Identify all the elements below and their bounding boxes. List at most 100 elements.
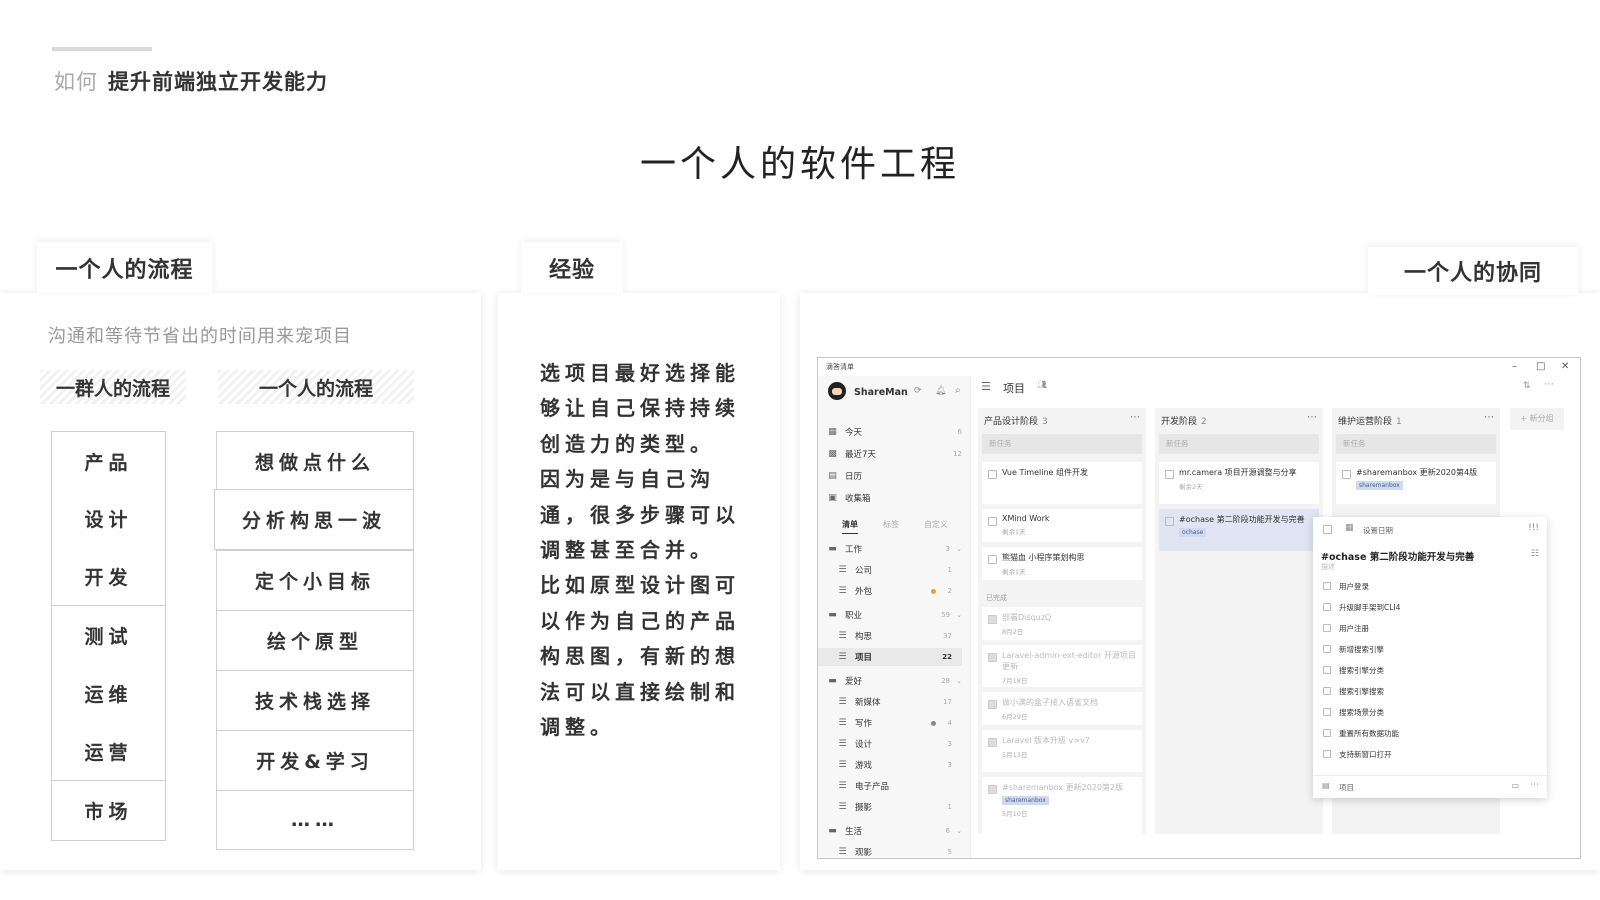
task-due: 剩余1天 bbox=[1002, 528, 1026, 536]
subtask-item[interactable]: 升级脚手架到CLI4 bbox=[1323, 602, 1400, 613]
sidebar-tab[interactable]: 清单 bbox=[842, 519, 858, 534]
task-checkbox[interactable] bbox=[988, 653, 997, 662]
subtask-checkbox[interactable] bbox=[1323, 687, 1331, 695]
sidebar-list-item[interactable]: ☰ 设计 3 bbox=[818, 735, 962, 753]
task-checkbox[interactable] bbox=[988, 555, 997, 564]
subtask-item[interactable]: 搜索场景分类 bbox=[1323, 707, 1384, 718]
sync-icon[interactable]: ⟳ bbox=[914, 386, 922, 396]
sidebar-item[interactable]: ▣ 收集箱 bbox=[828, 489, 962, 507]
subtask-checkbox[interactable] bbox=[1323, 666, 1331, 674]
sidebar-list-item[interactable]: ☰ 外包 2 bbox=[818, 582, 962, 600]
sidebar-list-item[interactable]: ☰ 新媒体 17 bbox=[818, 693, 962, 711]
task-card[interactable]: XMind Work 剩余1天 bbox=[982, 509, 1142, 542]
sidebar-list-item[interactable]: ☰ 电子产品 bbox=[818, 777, 962, 795]
sidebar-tab[interactable]: 标签 bbox=[883, 519, 899, 530]
sidebar-folder[interactable]: ▬ 生活 6 ⌄ bbox=[828, 822, 962, 840]
add-group-button[interactable]: + 新分组 bbox=[1510, 408, 1564, 430]
task-card-completed[interactable]: Laravel-admin-ext-editor 开源项目更新 7月18日 bbox=[982, 645, 1142, 687]
maximize-button[interactable]: □ bbox=[1536, 361, 1545, 372]
bell-icon[interactable]: 🔔︎ bbox=[935, 386, 946, 396]
sidebar-list-item[interactable]: ☰ 游戏 3 bbox=[818, 756, 962, 774]
subtask-item[interactable]: 搜索引擎分类 bbox=[1323, 665, 1384, 676]
subtask-item[interactable]: 用户注册 bbox=[1323, 623, 1369, 634]
task-card-completed[interactable]: 做小满的盒子接入语雀文档 6月29日 bbox=[982, 692, 1142, 725]
more-icon[interactable]: ⋯ bbox=[1544, 379, 1554, 390]
task-tag[interactable]: sharemanbox bbox=[1002, 796, 1049, 805]
subtask-checkbox[interactable] bbox=[1323, 750, 1331, 758]
subtask-item[interactable]: 用户登录 bbox=[1323, 581, 1369, 592]
new-task-input[interactable]: 新任务 bbox=[982, 434, 1142, 454]
close-button[interactable]: ✕ bbox=[1561, 361, 1569, 372]
sidebar-list-item[interactable]: ☰ 观影 5 bbox=[818, 843, 962, 859]
new-task-input[interactable]: 新任务 bbox=[1159, 434, 1319, 454]
column-more-icon[interactable]: ⋯ bbox=[1307, 412, 1317, 423]
sidebar-folder[interactable]: ▬ 职业 59 ⌄ bbox=[828, 606, 962, 624]
priority-icon[interactable]: !!! bbox=[1528, 523, 1539, 533]
description-field[interactable]: 描述 bbox=[1321, 562, 1335, 572]
sidebar-folder[interactable]: ▬ 工作 3 ⌄ bbox=[828, 540, 962, 558]
task-card-completed[interactable]: #sharemanbox 更新2020第2版 sharemanbox 5月10日 bbox=[982, 777, 1142, 835]
app-window: 滴答清单 – □ ✕ ShareMan ⟳ 🔔︎ ⌕ ▦ 今天 6 ▩ 最近7天 12 ▤ 日… bbox=[817, 357, 1581, 859]
sidebar-folder[interactable]: ▬ 爱好 28 ⌄ bbox=[828, 672, 962, 690]
column-more-icon[interactable]: ⋯ bbox=[1130, 412, 1140, 423]
kanban-column: 产品设计阶段 3 ⋯ 新任务 Vue Timeline 组件开发 XMind Work 剩余… bbox=[978, 408, 1146, 835]
chevron-down-icon: ⌄ bbox=[956, 611, 962, 619]
task-card[interactable]: mr.camera 项目开源调整与分享 剩余2天 bbox=[1159, 462, 1319, 504]
detail-checkbox[interactable] bbox=[1323, 525, 1332, 534]
task-tag[interactable]: ochase bbox=[1179, 528, 1207, 537]
sidebar-item[interactable]: ▤ 日历 bbox=[828, 467, 962, 485]
task-checkbox[interactable] bbox=[988, 470, 997, 479]
set-date-button[interactable]: 设置日期 bbox=[1363, 525, 1393, 536]
list-icon[interactable]: ☷ bbox=[1531, 549, 1539, 559]
subtask-checkbox[interactable] bbox=[1323, 582, 1331, 590]
task-checkbox[interactable] bbox=[988, 785, 997, 794]
sidebar-item[interactable]: ▩ 最近7天 12 bbox=[828, 445, 962, 463]
menu-icon[interactable]: ☰ bbox=[981, 380, 991, 393]
comment-icon[interactable]: ▭ bbox=[1511, 781, 1519, 790]
detail-project-label[interactable]: 项目 bbox=[1339, 782, 1354, 793]
user-name[interactable]: ShareMan bbox=[854, 387, 908, 398]
detail-more-icon[interactable]: ⋯ bbox=[1530, 780, 1539, 790]
subtask-item[interactable]: 搜索引擎搜索 bbox=[1323, 686, 1384, 697]
search-icon[interactable]: ⌕ bbox=[955, 385, 961, 396]
sidebar-item[interactable]: ▦ 今天 6 bbox=[828, 423, 962, 441]
sidebar-list-item[interactable]: ☰ 写作 4 bbox=[818, 714, 962, 732]
subtask-item[interactable]: 新增搜索引擎 bbox=[1323, 644, 1384, 655]
subtask-checkbox[interactable] bbox=[1323, 624, 1331, 632]
new-task-input[interactable]: 新任务 bbox=[1336, 434, 1496, 454]
task-tag[interactable]: sharemanbox bbox=[1356, 481, 1403, 490]
sidebar-list-item[interactable]: ☰ 摄影 1 bbox=[818, 798, 962, 816]
sidebar-tab[interactable]: 自定义 bbox=[924, 519, 948, 530]
avatar[interactable] bbox=[828, 382, 846, 400]
task-card-completed[interactable]: 部署DisquzQ 8月2日 bbox=[982, 607, 1142, 640]
task-title: 做小满的盒子接入语雀文档 bbox=[1002, 698, 1098, 707]
subtask-item[interactable]: 重置所有数据功能 bbox=[1323, 728, 1399, 739]
task-card[interactable]: #sharemanbox 更新2020第4版 sharemanbox bbox=[1336, 462, 1496, 504]
subtask-checkbox[interactable] bbox=[1323, 603, 1331, 611]
task-checkbox[interactable] bbox=[988, 738, 997, 747]
sidebar-list-item[interactable]: ☰ 项目 22 bbox=[818, 648, 962, 666]
column-more-icon[interactable]: ⋯ bbox=[1484, 412, 1494, 423]
task-card[interactable]: 熊猫血 小程序策划构思 剩余1天 bbox=[982, 547, 1142, 580]
task-checkbox[interactable] bbox=[988, 517, 997, 526]
minimize-button[interactable]: – bbox=[1512, 361, 1517, 372]
task-checkbox[interactable] bbox=[1342, 470, 1351, 479]
task-card-completed[interactable]: Laravel 版本升级 v>v7 5月13日 bbox=[982, 730, 1142, 772]
subtask-checkbox[interactable] bbox=[1323, 729, 1331, 737]
task-checkbox[interactable] bbox=[1165, 470, 1174, 479]
kanban-column: 开发阶段 2 ⋯ 新任务 mr.camera 项目开源调整与分享 剩余2天 #ochase … bbox=[1155, 408, 1323, 834]
members-icon[interactable]: 👥︎ bbox=[1037, 380, 1047, 389]
subtask-checkbox[interactable] bbox=[1323, 645, 1331, 653]
task-checkbox[interactable] bbox=[988, 615, 997, 624]
subtask-item[interactable]: 支持新窗口打开 bbox=[1323, 749, 1392, 760]
task-checkbox[interactable] bbox=[1165, 517, 1174, 526]
completed-section-label[interactable]: 已完成 bbox=[986, 593, 1007, 603]
subtask-checkbox[interactable] bbox=[1323, 708, 1331, 716]
sidebar-list-item[interactable]: ☰ 公司 1 bbox=[818, 561, 962, 579]
sidebar-list-item[interactable]: ☰ 构思 37 bbox=[818, 627, 962, 645]
task-card[interactable]: #ochase 第二阶段功能开发与完善 ochase bbox=[1159, 509, 1319, 551]
detail-title[interactable]: #ochase 第二阶段功能开发与完善 bbox=[1321, 549, 1474, 563]
sort-icon[interactable]: ⇅ bbox=[1523, 381, 1531, 391]
task-card[interactable]: Vue Timeline 组件开发 bbox=[982, 462, 1142, 504]
task-checkbox[interactable] bbox=[988, 700, 997, 709]
